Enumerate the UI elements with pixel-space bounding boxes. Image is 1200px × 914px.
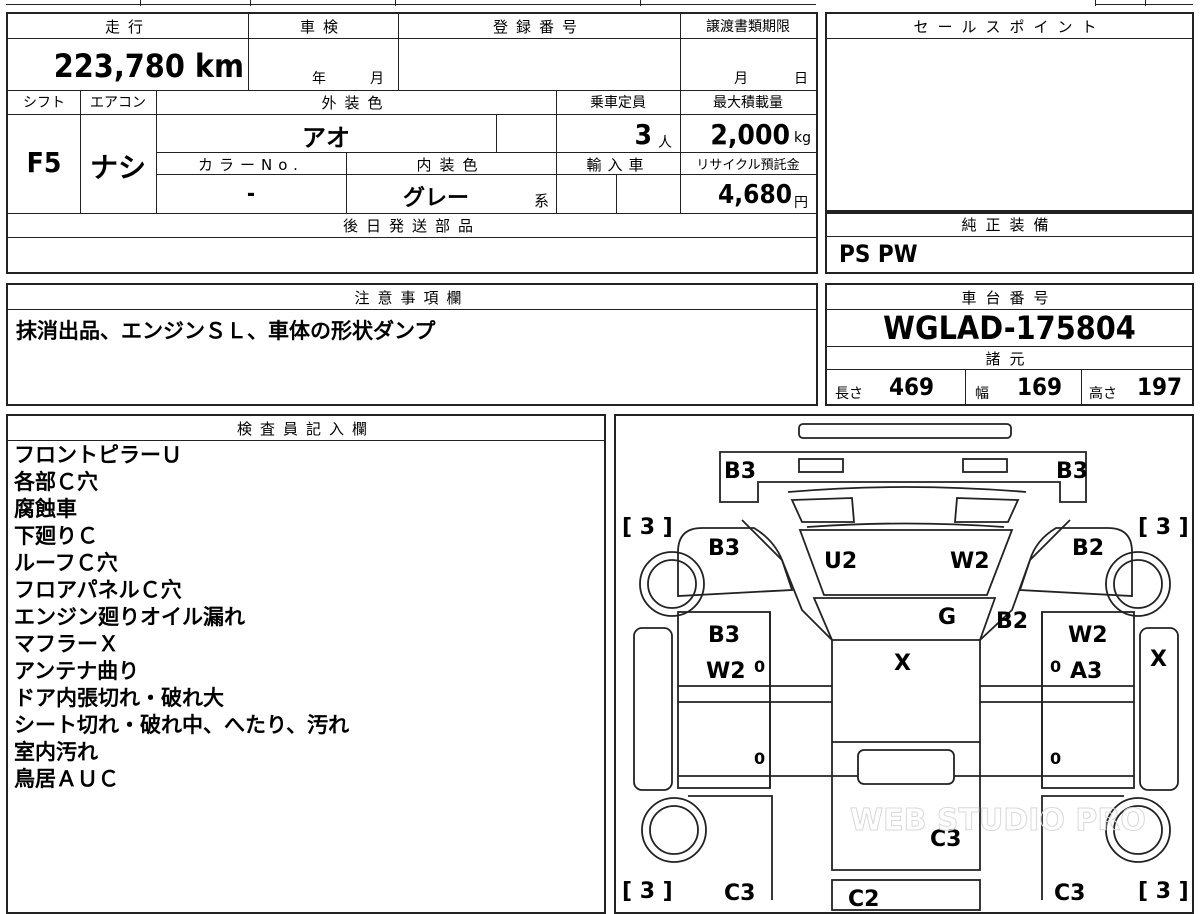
list-item: アンテナ曲り — [14, 659, 140, 683]
damage-diagram-box: 0 0 0 0 [ 3 ] [ 3 ] [ 3 ] [ 3 ] B3 B3 B3… — [614, 414, 1194, 914]
interior-color-value: グレー — [402, 186, 469, 211]
spec-height-label: 高さ — [1089, 386, 1117, 402]
recycle-value: 4,680 — [718, 180, 792, 210]
import-label: 輸入車 — [586, 156, 650, 174]
list-item: フロントピラーＵ — [14, 443, 182, 467]
list-item: 鳥居ＡＵＣ — [14, 767, 119, 791]
damage-mark: X — [1150, 647, 1167, 672]
mileage-value: 223,780 km — [53, 47, 244, 85]
aircon-value: ナシ — [89, 151, 146, 184]
equipment-label: 純正装備 — [961, 216, 1058, 234]
damage-mark: B3 — [708, 623, 740, 648]
max-load-unit: kg — [794, 130, 811, 146]
max-load-value: 2,000 — [710, 118, 790, 151]
damage-mark: W2 — [1068, 623, 1108, 648]
inspection-label: 車検 — [299, 18, 346, 36]
notes-box: 注意事項欄 抹消出品、エンジンＳＬ、車体の形状ダンプ — [6, 283, 818, 406]
list-item: ルーフＣ穴 — [14, 551, 118, 575]
inspection-year-unit: 年 — [312, 71, 326, 87]
damage-mark: U2 — [824, 549, 857, 574]
mileage-label: 走行 — [104, 18, 151, 36]
capacity-label: 乗車定員 — [590, 95, 646, 111]
damage-mark: B2 — [996, 609, 1028, 634]
spec-height-value: 197 — [1137, 373, 1183, 401]
list-item: マフラーＸ — [14, 632, 119, 656]
vehicle-info-grid: 走行 車検 登録番号 譲渡書類期限 223,780 km 年 月 月 日 シフト… — [6, 12, 818, 274]
zero-mark: 0 — [754, 657, 765, 676]
transfer-deadline-label: 譲渡書類期限 — [706, 19, 790, 35]
list-item: 室内汚れ — [14, 740, 98, 764]
registration-label: 登録番号 — [492, 18, 585, 36]
equipment-box: 純正装備 PS PW — [825, 212, 1194, 274]
tire-rear-right: [ 3 ] — [1138, 879, 1189, 904]
chassis-box: 車台番号 WGLAD-175804 諸元 長さ 469 幅 169 高さ 197 — [825, 283, 1194, 406]
tire-front-left: [ 3 ] — [622, 515, 673, 540]
transfer-day-unit: 日 — [794, 71, 808, 87]
sale-points-box: セールスポイント — [825, 12, 1194, 212]
exterior-color-value: アオ — [302, 124, 350, 152]
damage-mark: C3 — [1054, 881, 1085, 906]
inspection-month-unit: 月 — [370, 71, 384, 87]
spec-length-value: 469 — [889, 373, 935, 401]
notes-value: 抹消出品、エンジンＳＬ、車体の形状ダンプ — [16, 319, 436, 343]
list-item: 各部Ｃ穴 — [14, 470, 98, 494]
chassis-value: WGLAD-175804 — [883, 309, 1136, 347]
damage-mark: W2 — [950, 549, 990, 574]
inspector-box: 検査員記入欄 フロントピラーＵ 各部Ｃ穴 腐蝕車 下廻りＣ ルーフＣ穴 フロアパ… — [6, 414, 606, 914]
interior-color-suffix: 系 — [534, 192, 550, 210]
equipment-value: PS PW — [839, 240, 918, 268]
color-no-value: - — [246, 182, 256, 207]
notes-label: 注意事項欄 — [354, 289, 470, 307]
recycle-unit: 円 — [794, 195, 808, 211]
list-item: シート切れ・破れ中、へたり、汚れ — [14, 713, 350, 737]
capacity-unit: 人 — [658, 135, 672, 151]
damage-mark: A3 — [1070, 659, 1102, 684]
damage-mark: B3 — [708, 536, 740, 561]
later-parts-label: 後日発送部品 — [342, 217, 481, 235]
damage-mark: B2 — [1072, 536, 1104, 561]
inspector-items: フロントピラーＵ 各部Ｃ穴 腐蝕車 下廻りＣ ルーフＣ穴 フロアパネルＣ穴 エン… — [14, 442, 349, 793]
transfer-month-unit: 月 — [734, 71, 748, 87]
shift-value: F5 — [26, 146, 62, 179]
list-item: 下廻りＣ — [14, 524, 98, 548]
max-load-label: 最大積載量 — [713, 95, 783, 111]
spec-length-label: 長さ — [835, 386, 863, 402]
damage-mark: B3 — [724, 459, 756, 484]
interior-color-label: 内装色 — [416, 156, 486, 174]
chassis-label: 車台番号 — [961, 289, 1058, 307]
zero-mark: 0 — [1050, 657, 1061, 676]
zero-mark: 0 — [754, 749, 765, 768]
damage-mark: B3 — [1056, 459, 1088, 484]
tire-front-right: [ 3 ] — [1138, 515, 1189, 540]
sale-points-label: セールスポイント — [913, 18, 1106, 36]
tire-rear-left: [ 3 ] — [622, 879, 673, 904]
spec-width-label: 幅 — [975, 386, 989, 402]
list-item: フロアパネルＣ穴 — [14, 578, 182, 602]
spec-width-value: 169 — [1017, 373, 1063, 401]
damage-mark: W2 — [706, 659, 746, 684]
shift-label: シフト — [23, 95, 65, 111]
aircon-label: エアコン — [90, 95, 146, 111]
zero-mark: 0 — [1050, 749, 1061, 768]
damage-mark: X — [894, 651, 911, 676]
truck-diagram: 0 0 0 0 [ 3 ] [ 3 ] [ 3 ] [ 3 ] B3 B3 B3… — [622, 423, 1189, 912]
list-item: ドア内張切れ・破れ大 — [14, 686, 224, 710]
damage-mark: C3 — [724, 881, 755, 906]
list-item: 腐蝕車 — [14, 497, 77, 521]
recycle-label: リサイクル預託金 — [696, 158, 800, 173]
list-item: エンジン廻りオイル漏れ — [14, 605, 245, 629]
capacity-value: 3 — [634, 118, 652, 151]
exterior-color-label: 外装色 — [321, 94, 391, 112]
top-strip — [0, 0, 1200, 6]
specs-label: 諸元 — [985, 350, 1034, 368]
damage-mark: G — [938, 605, 956, 630]
inspector-label: 検査員記入欄 — [236, 420, 375, 438]
color-no-label: カラーNo. — [198, 156, 304, 174]
watermark: WEB STUDIO PRO — [850, 803, 1146, 838]
